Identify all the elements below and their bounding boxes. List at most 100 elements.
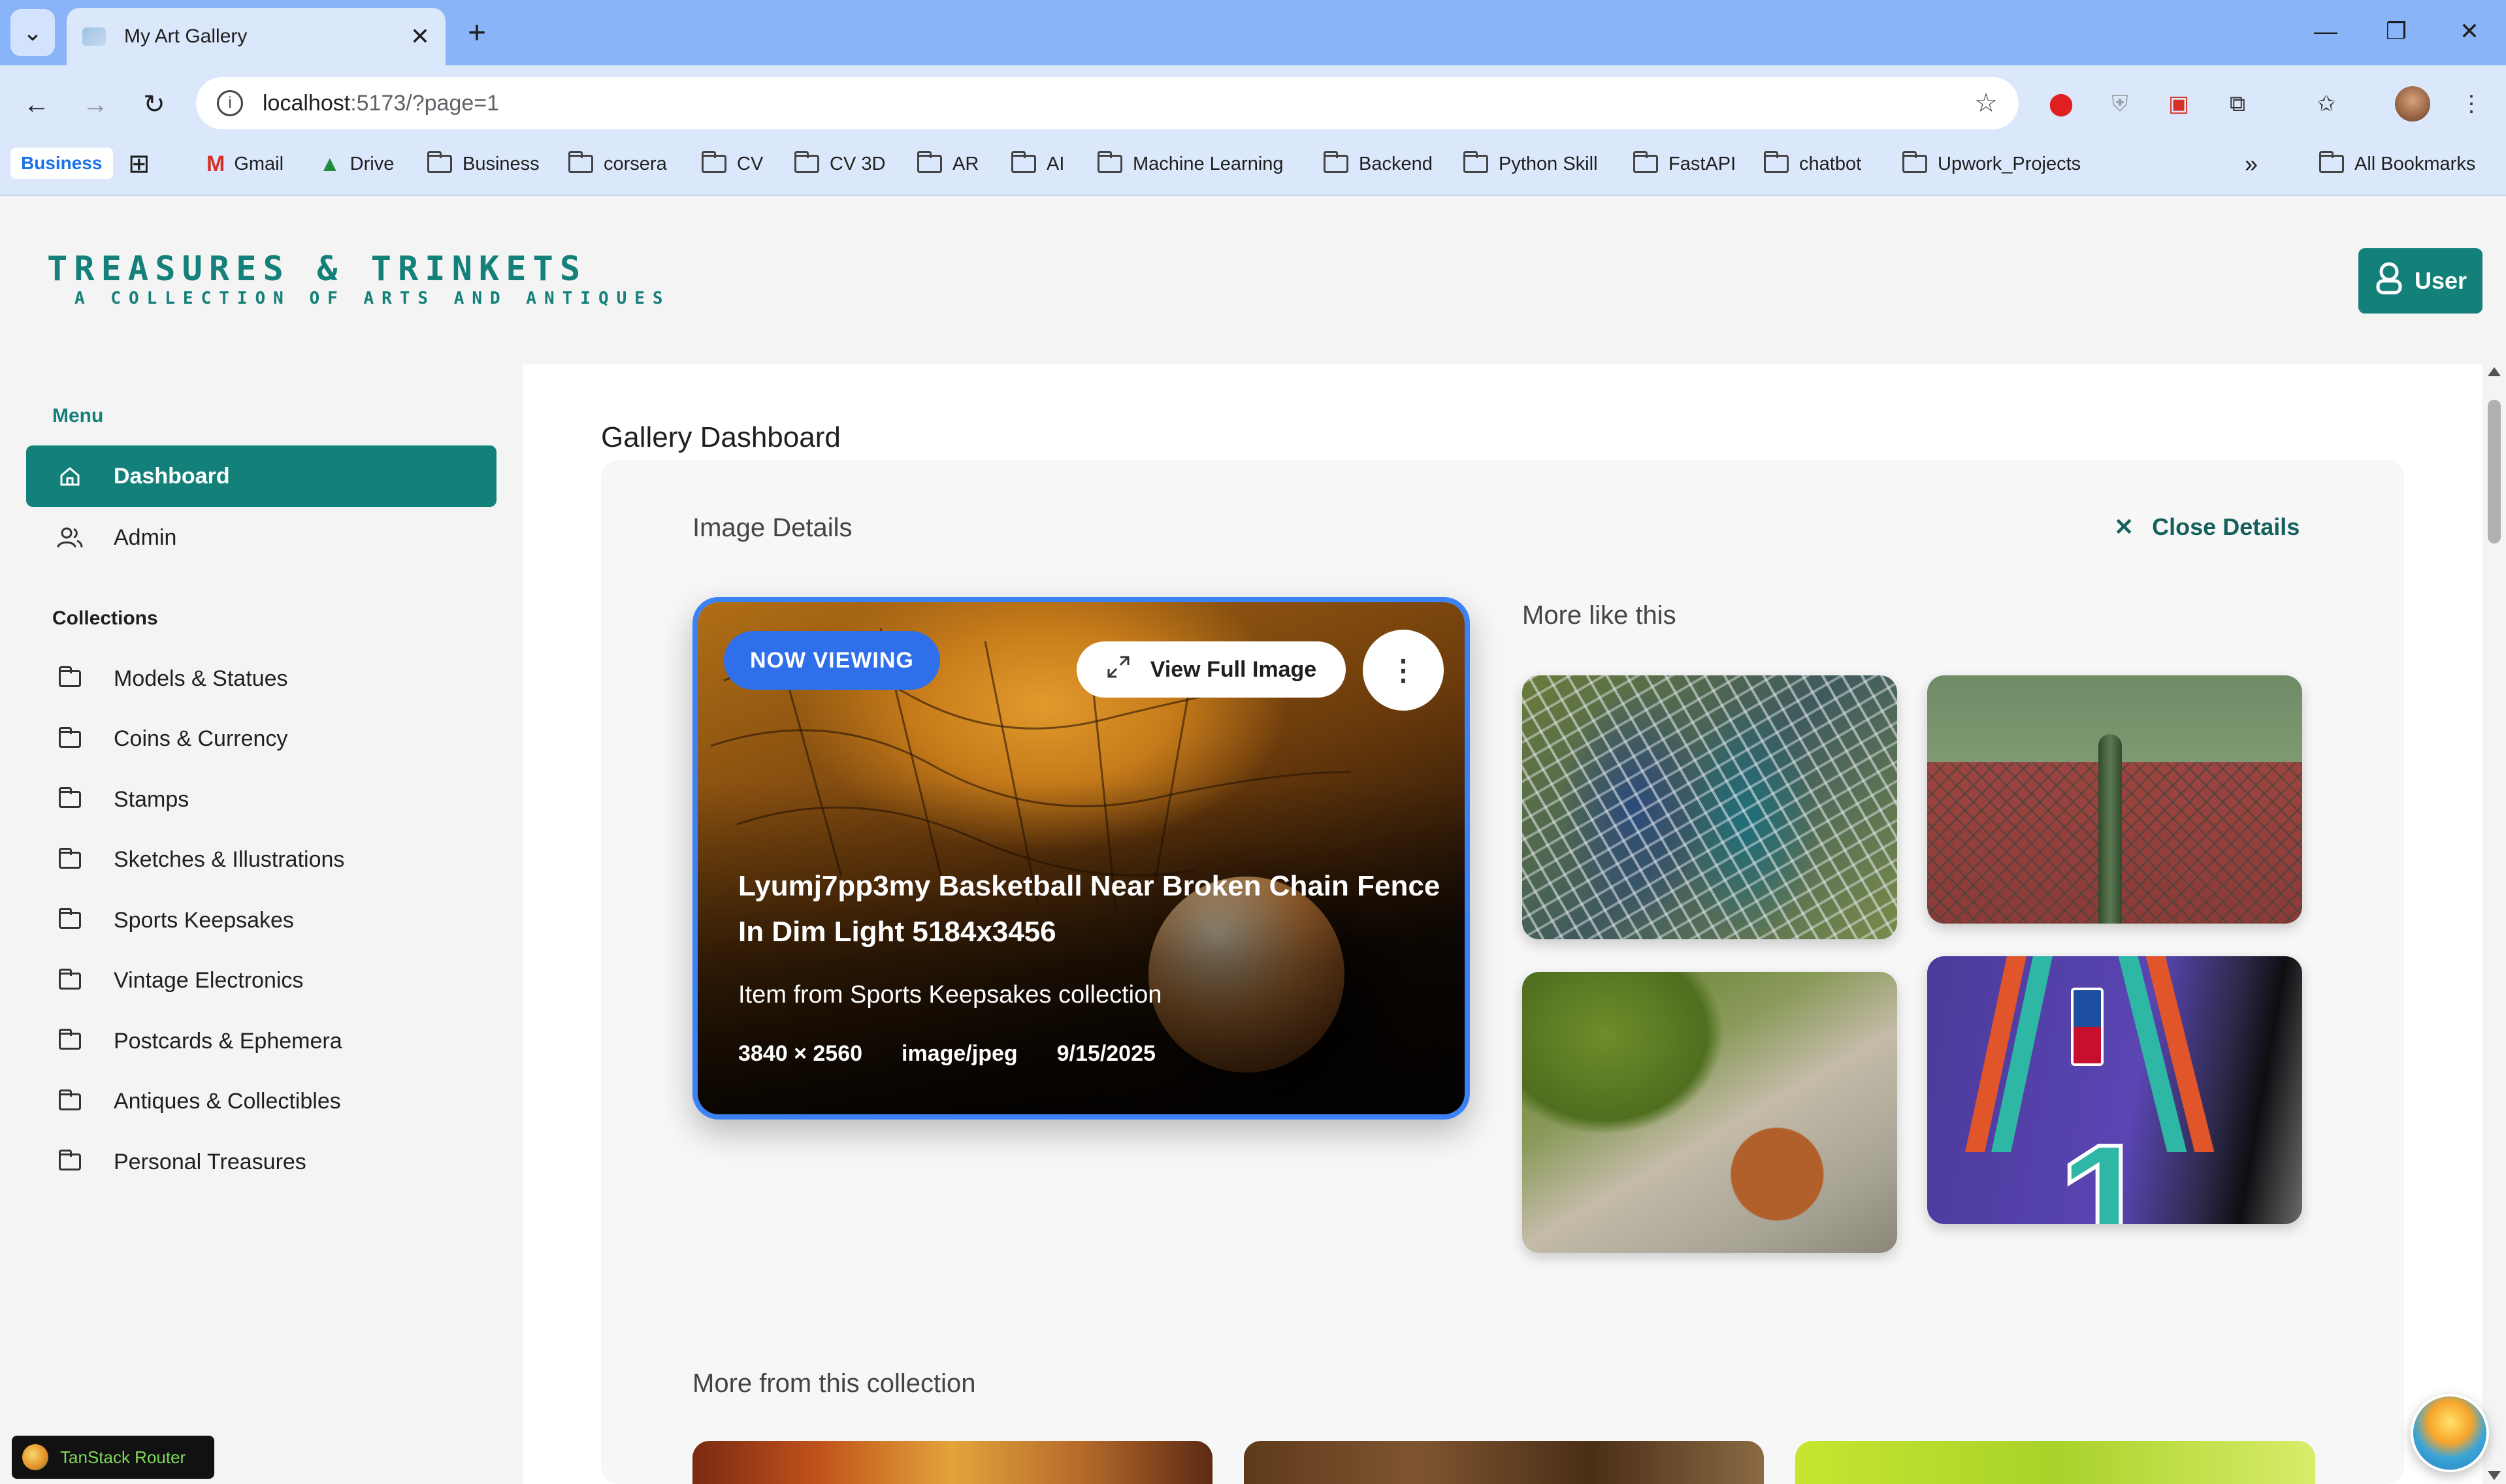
folder-icon	[1902, 151, 1927, 173]
opera-extension-icon[interactable]: ⬤	[2043, 86, 2079, 121]
bookmark-item[interactable]: Machine Learning	[1098, 148, 1284, 180]
more-options-button[interactable]: ⋮	[1363, 630, 1444, 711]
sidebar-item-label: Stamps	[114, 786, 189, 812]
kebab-icon: ⋮	[1389, 654, 1418, 686]
browser-menu-icon[interactable]: ⋮	[2454, 86, 2489, 121]
bookmark-item[interactable]: Backend	[1324, 148, 1433, 180]
profile-avatar[interactable]	[2395, 86, 2430, 121]
sidebar-item-collection[interactable]: Personal Treasures	[26, 1131, 496, 1193]
sidebar-item-label: Sketches & Illustrations	[114, 847, 345, 872]
chevron-down-icon: ⌄	[22, 19, 43, 46]
scroll-down-arrow[interactable]	[2488, 1471, 2501, 1480]
similar-thumb-court[interactable]	[1522, 972, 1897, 1253]
home-icon	[52, 465, 88, 487]
close-icon[interactable]: ✕	[410, 23, 430, 50]
folder-icon	[1324, 151, 1348, 173]
folder-icon	[52, 1029, 88, 1050]
folder-icon	[52, 1150, 88, 1170]
minimize-button[interactable]: —	[2300, 12, 2352, 51]
bookmark-item[interactable]: chatbot	[1764, 148, 1861, 180]
bookmark-item[interactable]: AI	[1011, 148, 1064, 180]
extensions-icon[interactable]: ⧉	[2220, 86, 2255, 121]
bookmarks-overflow-icon[interactable]: »	[2245, 148, 2258, 180]
floating-assistant-button[interactable]	[2411, 1394, 2489, 1472]
similar-thumb-jersey[interactable]: 1	[1927, 956, 2302, 1224]
address-bar[interactable]: i localhost:5173/?page=1 ☆	[196, 77, 2019, 129]
bookmark-label: Drive	[350, 153, 395, 174]
browser-tab[interactable]: My Art Gallery ✕	[67, 8, 446, 65]
reload-button[interactable]: ↻	[133, 84, 175, 125]
back-button[interactable]: ←	[16, 84, 57, 125]
tab-search-button[interactable]: ⌄	[10, 9, 55, 56]
sidebar-item-collection[interactable]: Sketches & Illustrations	[26, 830, 496, 891]
similar-thumb-rackets[interactable]	[1522, 675, 1897, 939]
view-full-image-button[interactable]: View Full Image	[1077, 641, 1346, 698]
tanstack-devtools-button[interactable]: TanStack Router	[12, 1436, 214, 1479]
bookmark-item[interactable]: Python Skill	[1463, 148, 1598, 180]
sidebar-item-dashboard[interactable]: Dashboard	[26, 445, 496, 507]
collections-heading: Collections	[52, 607, 158, 629]
sidebar-item-collection[interactable]: Antiques & Collectibles	[26, 1071, 496, 1133]
sidebar-item-collection[interactable]: Postcards & Ephemera	[26, 1010, 496, 1072]
bookmark-item[interactable]: AR	[917, 148, 979, 180]
image-mime: image/jpeg	[902, 1041, 1018, 1066]
bookmark-item[interactable]: ▲ Drive	[319, 148, 394, 180]
folder-icon	[52, 968, 88, 990]
sidebar-item-label: Vintage Electronics	[114, 968, 304, 993]
sidebar-item-collection[interactable]: Coins & Currency	[26, 709, 496, 770]
business-profile-chip[interactable]: Business	[10, 148, 113, 179]
folder-icon	[1633, 151, 1658, 173]
more-like-this-heading: More like this	[1522, 601, 1676, 630]
pdf-extension-icon[interactable]: ▣	[2161, 86, 2196, 121]
hero-title: Lyumj7pp3my Basketball Near Broken Chain…	[738, 870, 1440, 948]
users-icon	[52, 526, 88, 549]
collection-thumb[interactable]	[692, 1441, 1212, 1484]
sidebar-item-collection[interactable]: Vintage Electronics	[26, 950, 496, 1012]
forward-button[interactable]: →	[74, 84, 116, 125]
bookmark-item[interactable]: corsera	[568, 148, 667, 180]
close-details-button[interactable]: ✕ Close Details	[2114, 513, 2300, 541]
folder-icon	[1011, 151, 1036, 173]
restore-button[interactable]: ❐	[2370, 12, 2422, 51]
bookmark-star-icon[interactable]: ☆	[1974, 88, 1998, 118]
bookmark-item[interactable]: CV	[702, 148, 763, 180]
close-details-label: Close Details	[2152, 513, 2300, 540]
scroll-thumb[interactable]	[2488, 400, 2501, 543]
close-window-button[interactable]: ✕	[2443, 12, 2496, 51]
sidebar-item-collection[interactable]: Sports Keepsakes	[26, 890, 496, 951]
expand-icon	[1106, 654, 1131, 685]
sidebar-item-collection[interactable]: Models & Statues	[26, 648, 496, 709]
sidebar-item-admin[interactable]: Admin	[26, 507, 496, 568]
url-host: localhost	[263, 90, 351, 116]
bookmark-item[interactable]: CV 3D	[794, 148, 885, 180]
site-info-icon[interactable]: i	[217, 90, 243, 116]
bookmark-label: Machine Learning	[1133, 153, 1284, 174]
new-tab-button[interactable]: +	[457, 13, 496, 52]
bookmark-item[interactable]: FastAPI	[1633, 148, 1736, 180]
league-logo-graphic	[2071, 988, 2104, 1066]
all-bookmarks[interactable]: All Bookmarks	[2319, 148, 2475, 180]
collection-thumb[interactable]	[1244, 1441, 1764, 1484]
bookmark-item[interactable]: M Gmail	[206, 148, 284, 180]
page-title: Gallery Dashboard	[601, 421, 841, 453]
sidebar-item-label: Admin	[114, 524, 177, 550]
sidebar-item-label: Postcards & Ephemera	[114, 1028, 342, 1054]
folder-icon	[702, 151, 726, 173]
bookmark-label: CV	[737, 153, 764, 174]
bookmark-label: Backend	[1359, 153, 1433, 174]
hero-image-card[interactable]: NOW VIEWING View Full Image ⋮ Lyumj7pp3m…	[692, 597, 1470, 1120]
collection-thumb[interactable]	[1795, 1441, 2315, 1484]
user-button[interactable]: User	[2358, 248, 2482, 314]
bookmarks-star-icon[interactable]: ✩	[2309, 86, 2344, 121]
tanstack-label: TanStack Router	[60, 1447, 186, 1467]
image-dimensions: 3840 × 2560	[738, 1041, 863, 1066]
bookmark-label: chatbot	[1799, 153, 1862, 174]
apps-grid-icon[interactable]: ⊞	[128, 148, 150, 180]
scroll-up-arrow[interactable]	[2488, 367, 2501, 376]
sidebar-item-collection[interactable]: Stamps	[26, 769, 496, 830]
shield-icon[interactable]: ⛨	[2102, 86, 2138, 121]
bookmark-item[interactable]: Business	[427, 148, 540, 180]
tab-favicon	[82, 27, 106, 46]
bookmark-item[interactable]: Upwork_Projects	[1902, 148, 2081, 180]
similar-thumb-fence[interactable]	[1927, 675, 2302, 924]
